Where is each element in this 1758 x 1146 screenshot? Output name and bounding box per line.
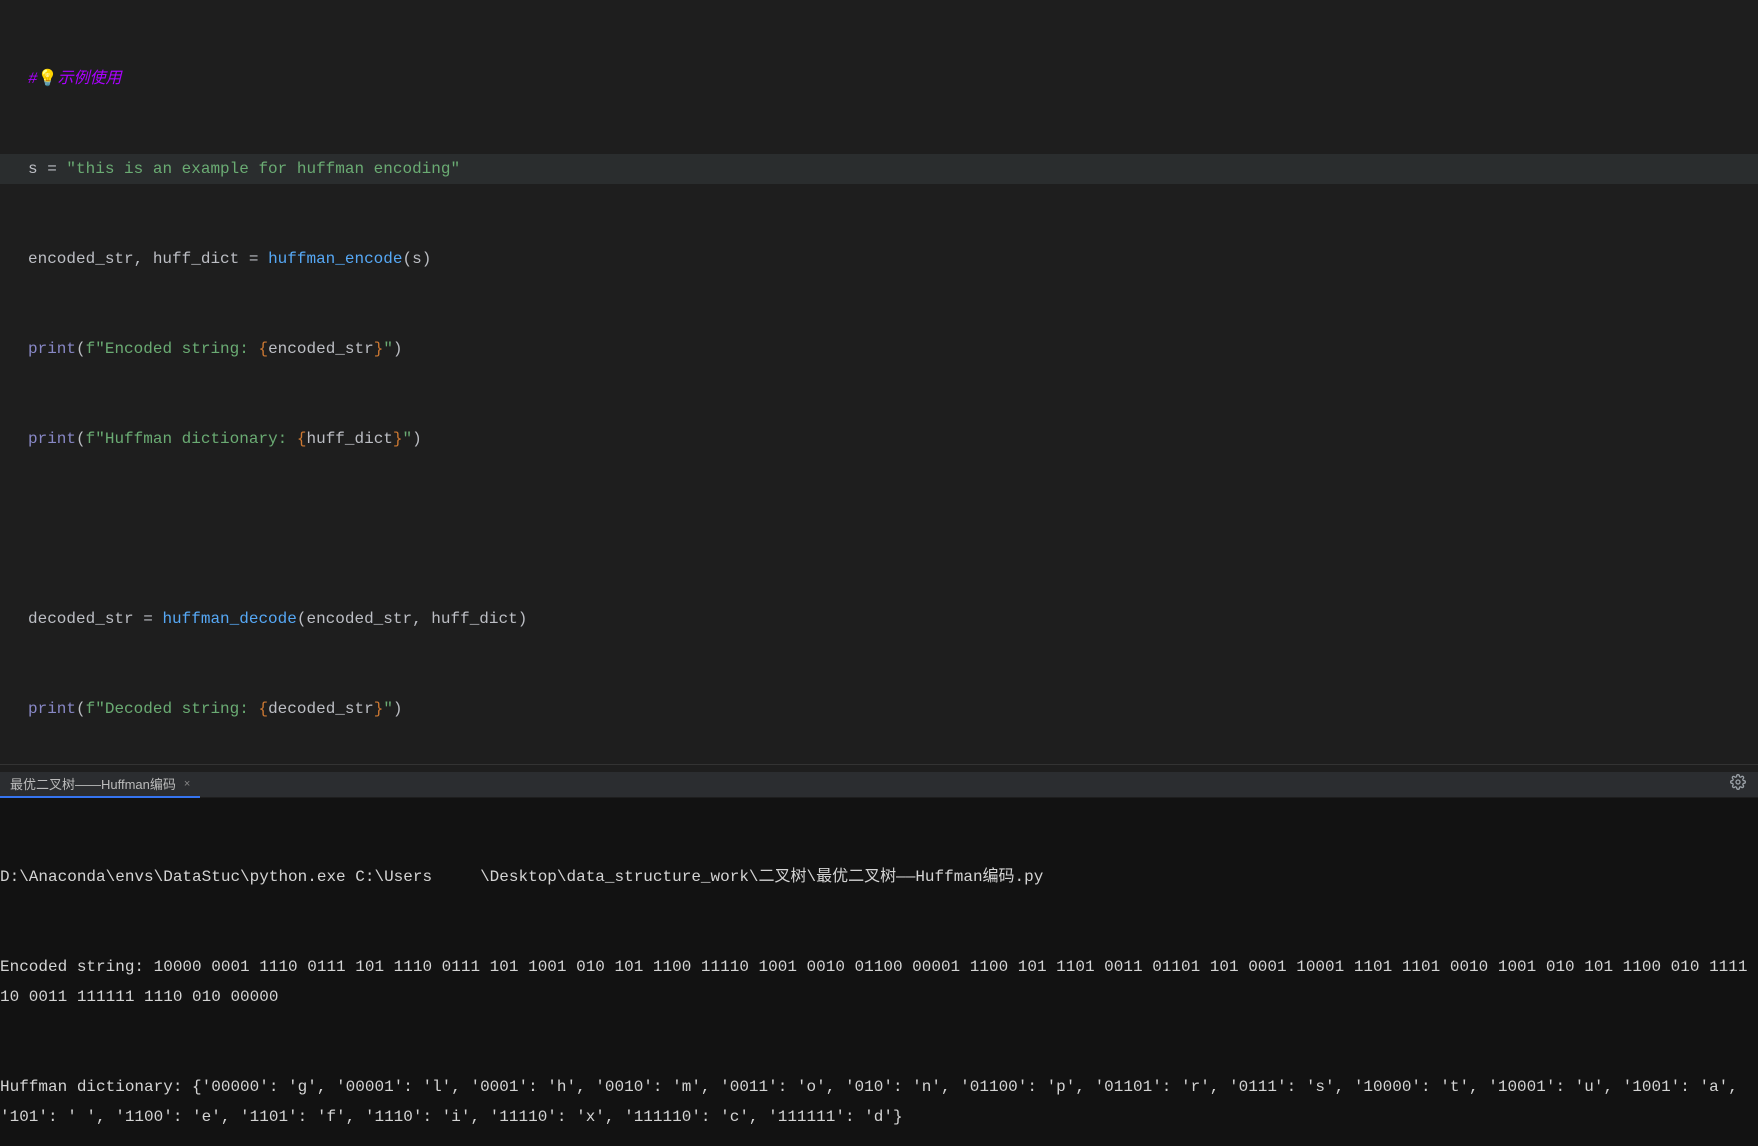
code-line-5: decoded_str = huffman_decode(encoded_str…	[0, 604, 1758, 634]
terminal-dict: Huffman dictionary: {'00000': 'g', '0000…	[0, 1072, 1758, 1132]
code-editor[interactable]: #💡示例使用 s = "this is an example for huffm…	[0, 0, 1758, 764]
run-tabbar: 最优二叉树——Huffman编码 ×	[0, 772, 1758, 798]
gear-icon[interactable]	[1730, 774, 1758, 795]
terminal-cmd: D:\Anaconda\envs\DataStuc\python.exe C:\…	[0, 862, 1758, 892]
code-line-4: print(f"Huffman dictionary: {huff_dict}"…	[0, 424, 1758, 454]
code-line-3: print(f"Encoded string: {encoded_str}")	[0, 334, 1758, 364]
run-tab[interactable]: 最优二叉树——Huffman编码 ×	[0, 772, 200, 798]
terminal-encoded: Encoded string: 10000 0001 1110 0111 101…	[0, 952, 1758, 1012]
code-line-1: s = "this is an example for huffman enco…	[0, 154, 1758, 184]
code-line-comment: #💡示例使用	[0, 64, 1758, 94]
pane-splitter[interactable]	[0, 764, 1758, 772]
code-line-6: print(f"Decoded string: {decoded_str}")	[0, 694, 1758, 724]
run-tab-label: 最优二叉树——Huffman编码	[10, 774, 176, 793]
code-line-2: encoded_str, huff_dict = huffman_encode(…	[0, 244, 1758, 274]
terminal-output[interactable]: D:\Anaconda\envs\DataStuc\python.exe C:\…	[0, 798, 1758, 1146]
close-icon[interactable]: ×	[184, 778, 190, 790]
code-line-blank	[0, 514, 1758, 544]
